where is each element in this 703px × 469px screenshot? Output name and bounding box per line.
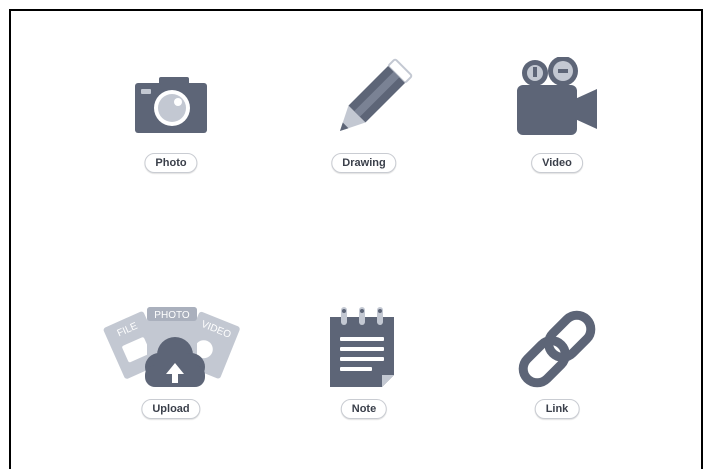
video-option[interactable]: Video (487, 57, 627, 197)
link-icon (487, 303, 627, 403)
upload-label: Upload (141, 399, 201, 419)
photo-label: Photo (144, 153, 198, 173)
upload-cloud-icon: FILE VIDEO PHOTO (101, 303, 241, 403)
notepad-icon (294, 303, 434, 403)
video-label: Video (531, 153, 583, 173)
note-label: Note (340, 399, 388, 419)
link-option[interactable]: Link (487, 303, 627, 443)
photo-option[interactable]: Photo (101, 57, 241, 197)
video-camera-icon (487, 57, 627, 157)
camera-icon (101, 57, 241, 157)
photo-tag: PHOTO (154, 310, 190, 321)
note-option[interactable]: Note (294, 303, 434, 443)
drawing-label: Drawing (331, 153, 397, 173)
pencil-icon (294, 57, 434, 157)
upload-option[interactable]: FILE VIDEO PHOTO Upload (101, 303, 241, 443)
link-label: Link (534, 399, 580, 419)
drawing-option[interactable]: Drawing (294, 57, 434, 197)
